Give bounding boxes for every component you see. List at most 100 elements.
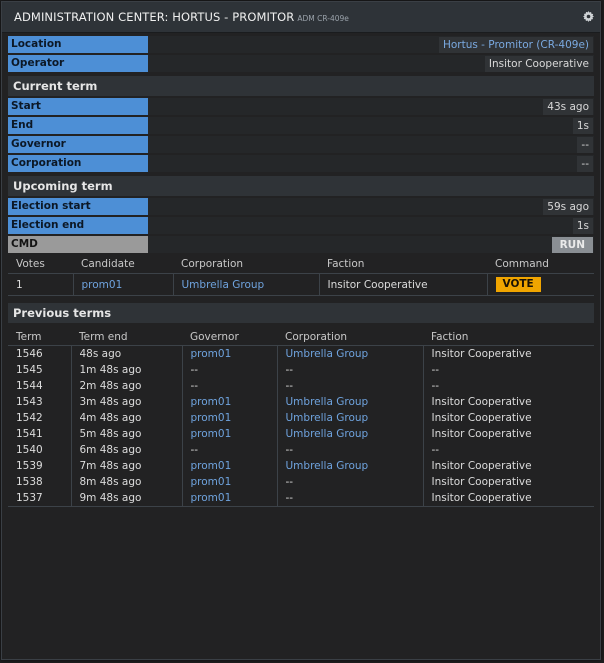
col-faction: Faction [319,254,487,274]
window-title: ADMINISTRATION CENTER: HORTUS - PROMITOR [14,10,295,24]
table-row: 1544 2m 48s ago -- -- -- [8,378,594,394]
end-value: 1s [572,117,593,134]
previous-terms-table: Term Term end Governor Corporation Facti… [8,328,594,507]
admin-center-window: ADMINISTRATION CENTER: HORTUS - PROMITOR… [1,1,601,660]
election-end-row: Election end 1s [8,217,594,234]
faction-cell: Insitor Cooperative [431,476,532,488]
faction-cell: Insitor Cooperative [431,460,532,472]
term-number: 1540 [8,442,72,458]
end-row: End 1s [8,117,594,134]
corporation-value: -- [577,155,593,172]
faction-cell: Insitor Cooperative [431,396,532,408]
governor-row: Governor -- [8,136,594,153]
table-row: 1539 7m 48s ago prom01 Umbrella Group Insito… [8,458,594,474]
faction-cell: -- [431,380,440,392]
col-votes: Votes [8,254,73,274]
table-row: 1540 6m 48s ago -- -- -- [8,442,594,458]
term-number: 1539 [8,458,72,474]
term-number: 1537 [8,490,72,507]
vote-button[interactable]: VOTE [495,277,541,292]
location-label: Location [8,36,148,53]
term-end: 1m 48s ago [71,362,183,378]
faction-cell: -- [431,444,440,456]
previous-terms-heading: Previous terms [8,303,594,323]
governor-label: Governor [8,136,148,153]
term-end: 48s ago [71,345,183,362]
term-end: 4m 48s ago [71,410,183,426]
governor-cell[interactable]: prom01 [182,410,278,426]
candidate-faction: Insitor Cooperative [319,273,488,296]
corporation-cell[interactable]: Umbrella Group [277,394,424,410]
term-end: 8m 48s ago [71,474,183,490]
governor-cell[interactable]: prom01 [182,458,278,474]
candidate-votes: 1 [8,273,74,296]
governor-cell: -- [182,378,278,394]
governor-cell[interactable]: prom01 [182,490,278,507]
term-number: 1538 [8,474,72,490]
term-number: 1543 [8,394,72,410]
corporation-cell: -- [277,362,424,378]
col-term-end: Term end [71,328,182,346]
location-row: Location Hortus - Promitor (CR-409e) [8,36,594,53]
table-row: 1542 4m 48s ago prom01 Umbrella Group Insito… [8,410,594,426]
governor-cell: -- [182,442,278,458]
col-term: Term [8,328,71,346]
gear-icon[interactable] [583,11,594,22]
col-corporation: Corporation [173,254,319,274]
term-number: 1545 [8,362,72,378]
faction-cell: Insitor Cooperative [431,428,532,440]
end-label: End [8,117,148,134]
operator-label: Operator [8,55,148,72]
col-candidate: Candidate [73,254,173,274]
col-faction: Faction [423,328,594,346]
corporation-cell[interactable]: Umbrella Group [277,345,424,362]
candidate-row: 1 prom01 Umbrella Group Insitor Cooperat… [8,273,594,296]
faction-cell: Insitor Cooperative [423,490,594,507]
election-start-value: 59s ago [543,198,593,215]
election-end-label: Election end [8,217,148,234]
corporation-cell[interactable]: Umbrella Group [277,410,424,426]
candidate-command-cell: VOTE [487,273,594,296]
election-start-row: Election start 59s ago [8,198,594,215]
faction-cell: Insitor Cooperative [431,348,532,360]
corporation-cell[interactable]: Umbrella Group [277,426,424,442]
title-bar[interactable]: ADMINISTRATION CENTER: HORTUS - PROMITOR… [2,2,600,33]
term-number: 1546 [8,345,72,362]
candidate-name-link[interactable]: prom01 [73,273,174,296]
table-row: 1538 8m 48s ago prom01 -- Insitor Cooperativ… [8,474,594,490]
corporation-cell[interactable]: Umbrella Group [277,458,424,474]
table-row: 1537 9m 48s ago prom01 -- Insitor Cooperativ… [8,490,594,507]
governor-cell[interactable]: prom01 [182,394,278,410]
term-number: 1544 [8,378,72,394]
location-link[interactable]: Hortus - Promitor (CR-409e) [438,36,593,53]
operator-row: Operator Insitor Cooperative [8,55,594,72]
col-command: Command [487,254,594,274]
col-governor: Governor [182,328,277,346]
term-end: 6m 48s ago [71,442,183,458]
table-row: 1546 48s ago prom01 Umbrella Group Insitor C… [8,345,594,362]
start-value: 43s ago [543,98,593,115]
faction-cell: Insitor Cooperative [431,412,532,424]
start-label: Start [8,98,148,115]
governor-cell[interactable]: prom01 [182,345,278,362]
governor-cell[interactable]: prom01 [182,426,278,442]
term-end: 3m 48s ago [71,394,183,410]
corporation-cell: -- [277,490,424,507]
term-end: 9m 48s ago [71,490,183,507]
corporation-cell: -- [277,474,424,490]
candidates-table: Votes Candidate Corporation Faction Comm… [8,254,594,296]
governor-cell[interactable]: prom01 [182,474,278,490]
candidate-corporation-link[interactable]: Umbrella Group [173,273,320,296]
election-start-label: Election start [8,198,148,215]
run-button[interactable]: RUN [551,236,593,253]
window-subtitle: ADM CR-409e [297,13,349,23]
cmd-row: CMD RUN [8,236,594,253]
col-corporation: Corporation [277,328,423,346]
faction-cell: -- [431,364,440,376]
governor-cell: -- [182,362,278,378]
cmd-label: CMD [8,236,148,253]
corporation-label: Corporation [8,155,148,172]
corporation-cell: -- [277,442,424,458]
candidates-header-row: Votes Candidate Corporation Faction Comm… [8,254,594,274]
previous-header-row: Term Term end Governor Corporation Facti… [8,328,594,346]
